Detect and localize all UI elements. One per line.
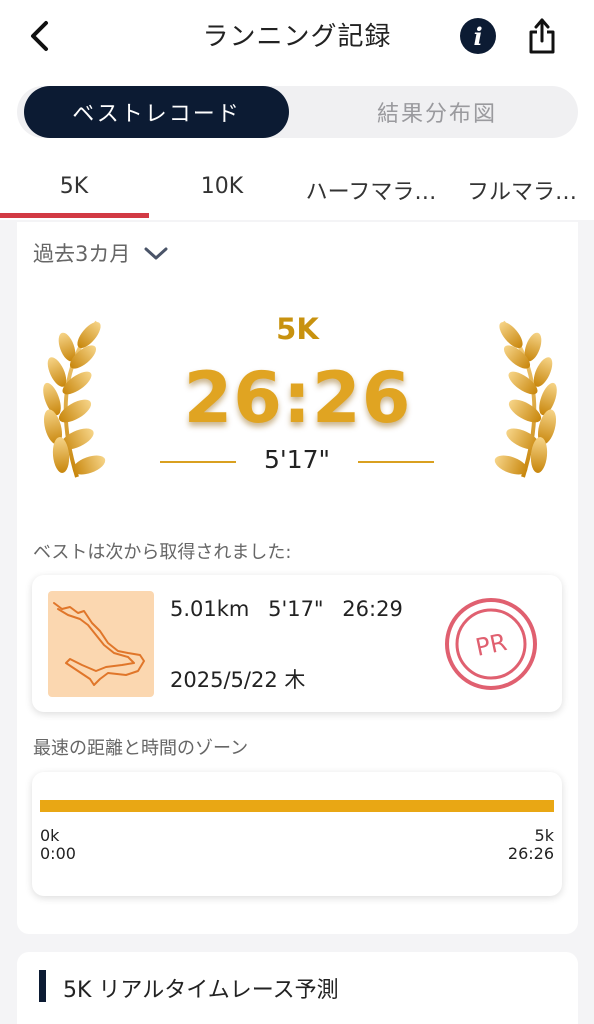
race-prediction-title: 5K リアルタイムレース予測 xyxy=(63,978,339,1003)
tab-selected-indicator xyxy=(0,213,149,218)
zone-start-time: 0:00 xyxy=(40,844,76,863)
segment-best-record[interactable]: ベストレコード xyxy=(24,86,289,138)
zone-title: 最速の距離と時間のゾーン xyxy=(33,738,249,759)
running-records-screen: ランニング記録 i ベストレコード 結果分布図 5K 10K ハーフマラ… フル… xyxy=(0,0,594,1024)
tab-half-marathon[interactable]: ハーフマラ… xyxy=(296,174,446,206)
zone-start: 0k 0:00 xyxy=(40,827,76,863)
info-button[interactable]: i xyxy=(460,18,496,54)
race-prediction-card[interactable]: 5K リアルタイムレース予測 xyxy=(17,952,578,1024)
best-source-label: ベストは次から取得されました: xyxy=(33,542,292,563)
pr-badge-icon: PR xyxy=(445,598,537,690)
best-record-card: 過去3カ月 5K 26:26 5'17" ベストは次から取得されました: 5.0… xyxy=(17,222,578,934)
chevron-down-icon xyxy=(144,247,168,260)
best-pace: 5'17" xyxy=(263,445,331,474)
pr-badge-text: PR xyxy=(473,628,509,662)
best-time: 26:26 xyxy=(183,357,412,439)
page-title: ランニング記録 xyxy=(202,22,392,52)
tab-full-marathon[interactable]: フルマラ… xyxy=(452,174,592,206)
zone-start-distance: 0k xyxy=(40,826,60,845)
period-label: 過去3カ月 xyxy=(33,242,131,266)
header: ランニング記録 i xyxy=(0,0,594,74)
activity-distance: 5.01km xyxy=(170,597,250,621)
share-icon xyxy=(529,18,555,54)
tab-10k[interactable]: 10K xyxy=(148,174,296,206)
zone-card: 0k 0:00 5k 26:26 xyxy=(32,772,562,896)
distance-tabs: 5K 10K ハーフマラ… フルマラ… xyxy=(0,160,594,220)
source-activity-card[interactable]: 5.01km 5'17" 26:29 2025/5/22 木 PR xyxy=(32,575,562,712)
period-selector[interactable]: 過去3カ月 xyxy=(33,238,168,268)
activity-pace: 5'17" xyxy=(268,597,324,621)
info-icon: i xyxy=(473,21,483,51)
zone-end: 5k 26:26 xyxy=(508,827,554,863)
activity-date: 2025/5/22 木 xyxy=(170,668,306,692)
route-path-icon xyxy=(53,602,145,686)
zone-bar-fill xyxy=(40,800,554,812)
best-distance-label: 5K xyxy=(276,312,319,346)
divider-right xyxy=(358,461,434,463)
segment-bar: ベストレコード 結果分布図 xyxy=(0,74,594,160)
segment-distribution[interactable]: 結果分布図 xyxy=(317,86,557,138)
zone-end-distance: 5k xyxy=(534,826,554,845)
divider-left xyxy=(160,461,236,463)
zone-bar xyxy=(40,800,554,812)
route-map-thumbnail xyxy=(48,591,154,697)
tab-5k[interactable]: 5K xyxy=(0,174,148,206)
segment-control: ベストレコード 結果分布図 xyxy=(17,86,578,138)
share-button[interactable] xyxy=(524,14,560,58)
zone-end-time: 26:26 xyxy=(507,844,554,863)
activity-stats: 5.01km 5'17" 26:29 xyxy=(170,597,415,621)
activity-time: 26:29 xyxy=(342,597,403,621)
section-accent xyxy=(39,970,46,1002)
